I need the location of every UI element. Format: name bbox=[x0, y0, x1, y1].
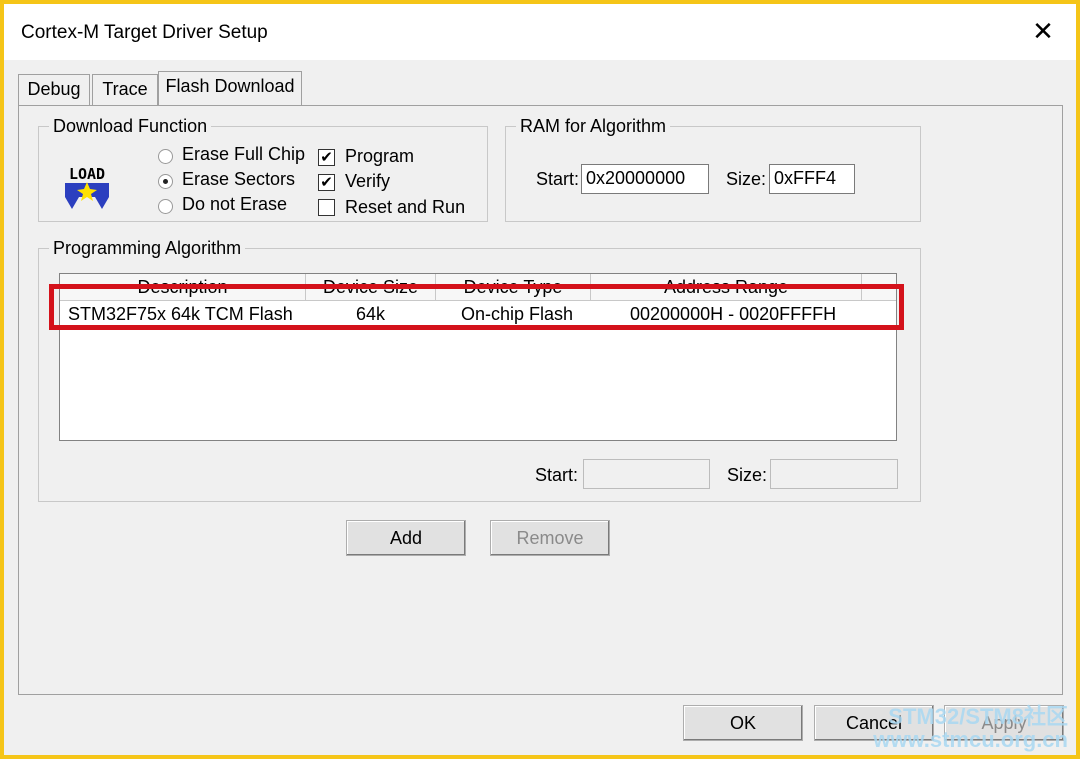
algorithm-start-label: Start: bbox=[535, 465, 579, 485]
programming-algorithm-title: Programming Algorithm bbox=[49, 238, 246, 259]
dialog-window: Cortex-M Target Driver Setup ✕ Debug Tra… bbox=[4, 4, 1076, 755]
remove-button[interactable]: Remove bbox=[490, 520, 610, 556]
tab-flash-download[interactable]: Flash Download bbox=[158, 71, 302, 105]
load-icon-text: LOAD bbox=[69, 165, 105, 183]
tab-debug[interactable]: Debug bbox=[18, 74, 90, 106]
verify-label: Verify bbox=[345, 171, 391, 191]
ram-for-algorithm-group: RAM for Algorithm Start: 0x20000000 Size… bbox=[505, 116, 921, 222]
ram-size-label: Size: bbox=[726, 169, 767, 189]
row-description: STM32F75x 64k TCM Flash bbox=[68, 304, 293, 324]
title-bar: Cortex-M Target Driver Setup ✕ bbox=[4, 4, 1076, 60]
programming-algorithm-group: Programming Algorithm Description Device… bbox=[38, 238, 921, 502]
tab-debug-label: Debug bbox=[27, 79, 81, 99]
algorithm-size-input[interactable] bbox=[770, 459, 898, 489]
download-function-title: Download Function bbox=[49, 116, 212, 137]
row-address-range: 00200000H - 0020FFFFH bbox=[630, 304, 837, 324]
row-device-type: On-chip Flash bbox=[461, 304, 574, 324]
column-header-address-range[interactable]: Address Range bbox=[591, 274, 862, 301]
close-icon[interactable]: ✕ bbox=[1028, 16, 1058, 46]
download-function-group: Download Function LOAD Erase Full Chip E… bbox=[38, 116, 488, 222]
algorithm-start-input[interactable] bbox=[583, 459, 710, 489]
reset-and-run-checkbox[interactable] bbox=[318, 199, 335, 216]
erase-sectors-radio[interactable] bbox=[158, 174, 173, 189]
ok-button[interactable]: OK bbox=[683, 705, 803, 741]
algorithm-list[interactable]: Description Device Size Device Type Addr… bbox=[59, 273, 897, 441]
tab-trace[interactable]: Trace bbox=[92, 74, 158, 106]
ram-for-algorithm-title: RAM for Algorithm bbox=[516, 116, 671, 137]
ram-start-input[interactable]: 0x20000000 bbox=[581, 164, 709, 194]
tab-flash-download-label: Flash Download bbox=[165, 76, 295, 96]
ram-size-input[interactable]: 0xFFF4 bbox=[769, 164, 855, 194]
row-device-size: 64k bbox=[356, 304, 386, 324]
ram-start-label: Start: bbox=[536, 169, 580, 189]
column-header-description[interactable]: Description bbox=[60, 274, 306, 301]
tab-trace-label: Trace bbox=[102, 79, 148, 99]
erase-full-chip-radio[interactable] bbox=[158, 149, 173, 164]
erase-full-chip-label: Erase Full Chip bbox=[182, 144, 306, 164]
watermark-line2: www.stmcu.org.cn bbox=[873, 727, 1068, 752]
table-row[interactable]: STM32F75x 64k TCM Flash 64k On-chip Flas… bbox=[60, 301, 896, 327]
do-not-erase-radio[interactable] bbox=[158, 199, 173, 214]
flash-download-panel: Download Function LOAD Erase Full Chip E… bbox=[18, 105, 1063, 695]
column-header-device-type[interactable]: Device Type bbox=[436, 274, 591, 301]
verify-checkbox[interactable]: ✔ bbox=[318, 174, 335, 191]
add-button[interactable]: Add bbox=[346, 520, 466, 556]
program-checkbox[interactable]: ✔ bbox=[318, 149, 335, 166]
do-not-erase-label: Do not Erase bbox=[182, 194, 288, 214]
dialog-client: Debug Trace Flash Download Download Func… bbox=[4, 60, 1076, 755]
column-header-spacer bbox=[862, 274, 896, 301]
erase-sectors-label: Erase Sectors bbox=[182, 169, 296, 189]
window-title: Cortex-M Target Driver Setup bbox=[21, 22, 268, 43]
reset-and-run-label: Reset and Run bbox=[345, 197, 466, 217]
load-icon: LOAD bbox=[65, 165, 109, 209]
program-label: Program bbox=[345, 146, 415, 166]
column-header-device-size[interactable]: Device Size bbox=[306, 274, 436, 301]
algorithm-size-label: Size: bbox=[727, 465, 768, 485]
